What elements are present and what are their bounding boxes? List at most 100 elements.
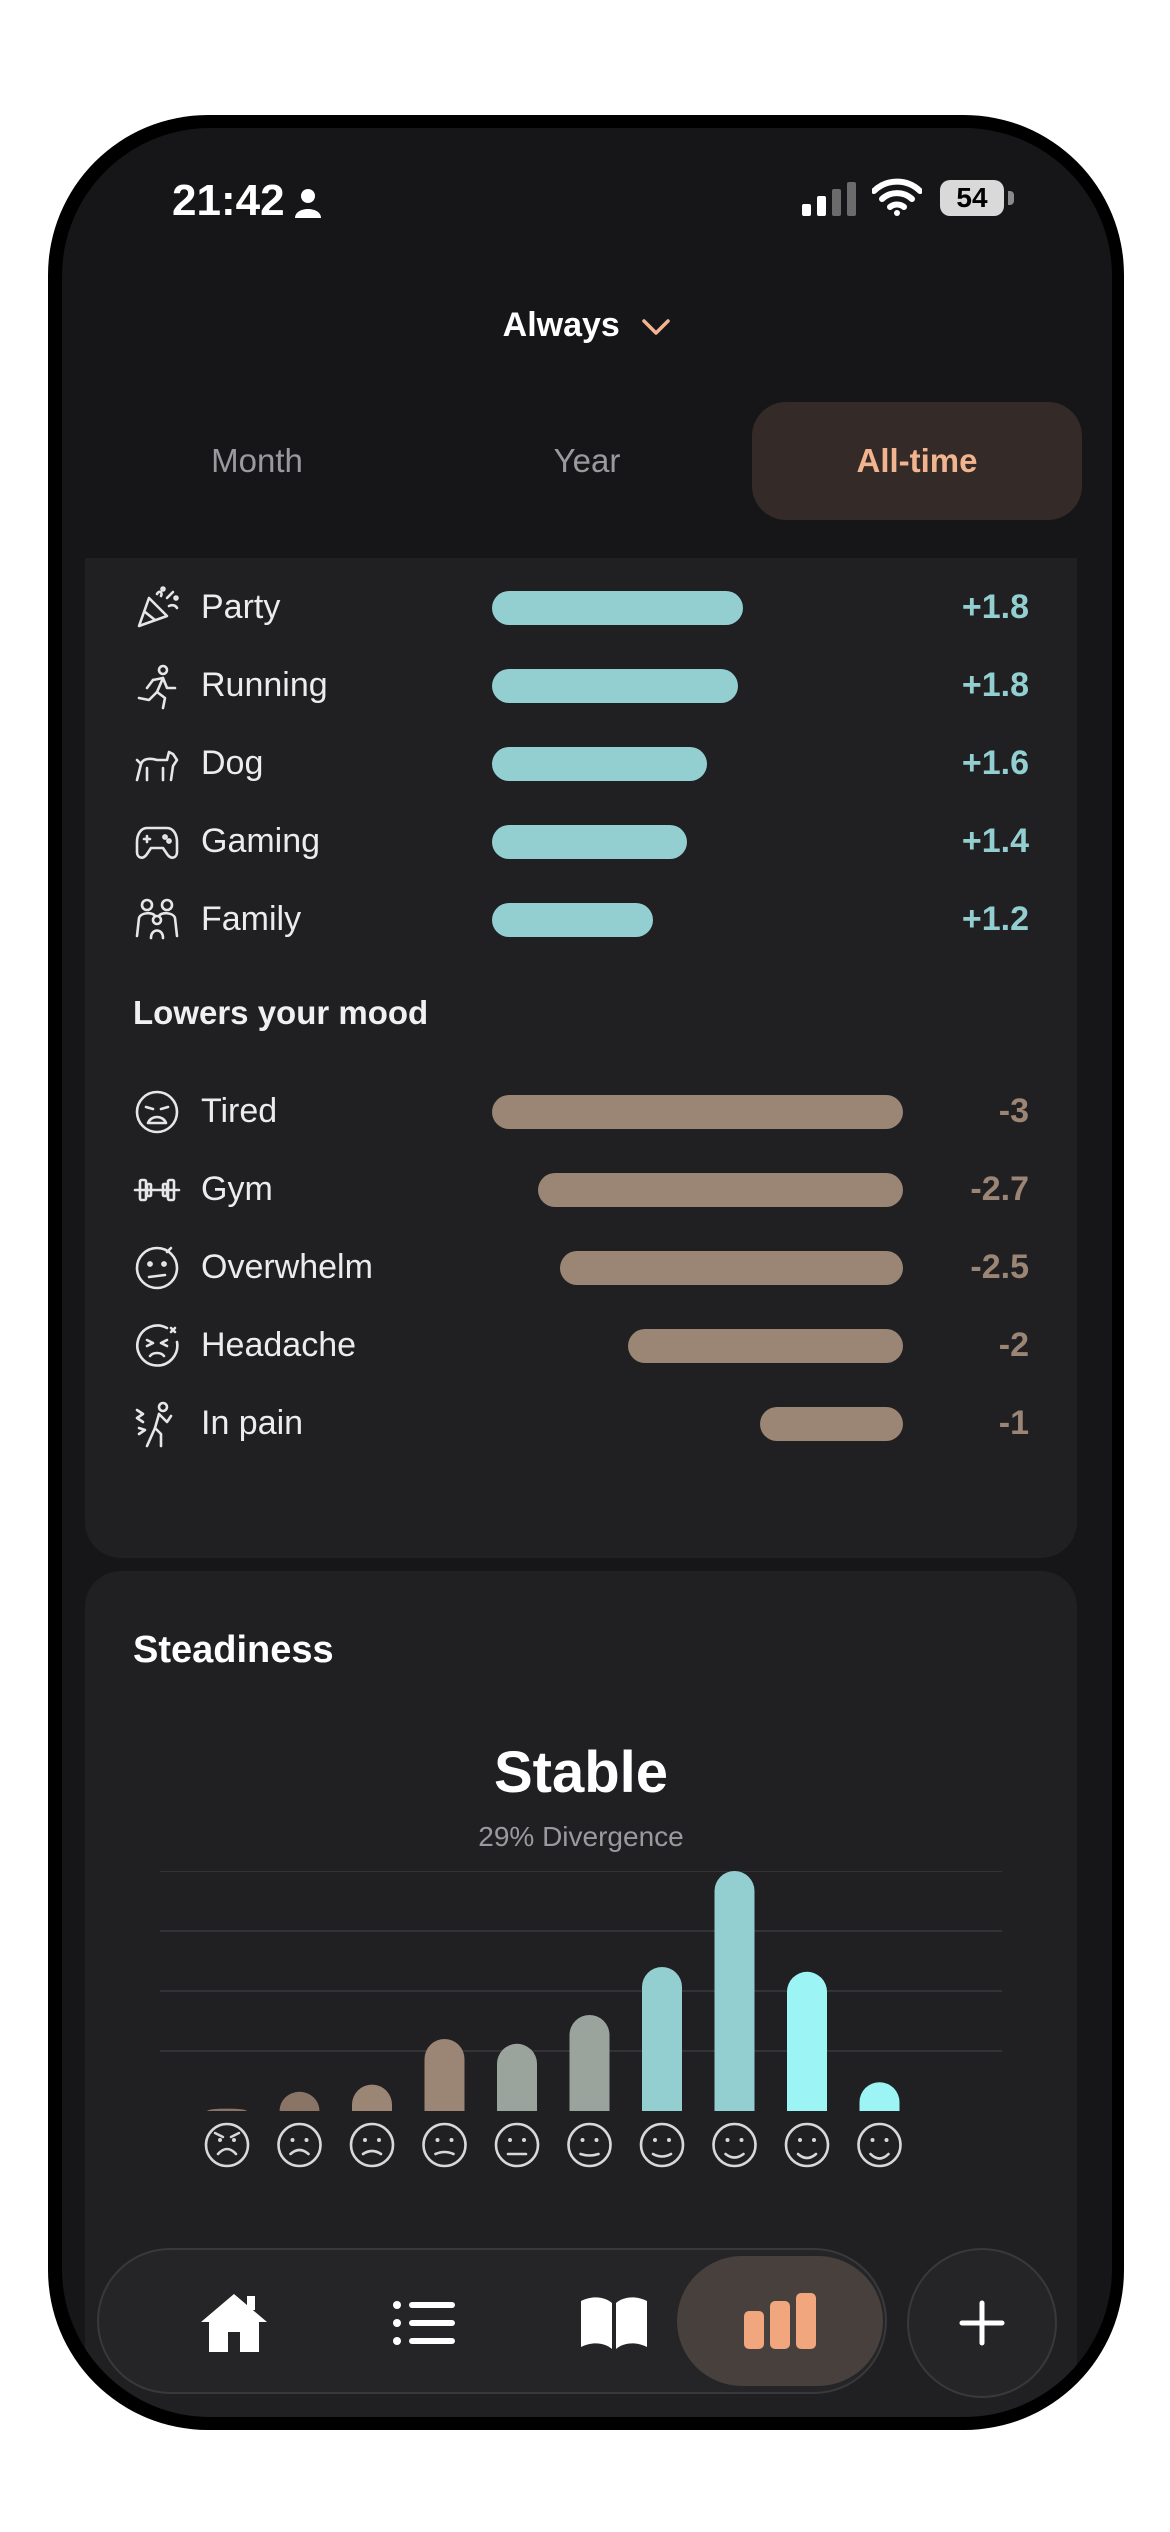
- influence-value: +1.6: [961, 744, 1029, 782]
- influence-label: Dog: [201, 744, 264, 782]
- list-item[interactable]: Headache -2: [133, 1316, 1029, 1376]
- list-item[interactable]: Running +1.8: [133, 656, 1029, 716]
- mood-face-icon: [567, 2122, 612, 2168]
- family-icon: [135, 898, 179, 940]
- mood-face-icon: [277, 2122, 322, 2168]
- chart-bar-very-sad: [279, 2091, 320, 2111]
- headache-face-icon: [136, 1324, 179, 1367]
- influence-value: -2.7: [970, 1170, 1029, 1208]
- influence-label: Overwhelm: [201, 1248, 373, 1286]
- mood-face-icon: [494, 2122, 540, 2168]
- list-item[interactable]: Gaming +1.4: [133, 812, 1029, 872]
- influence-value: -3: [998, 1092, 1029, 1130]
- battery-indicator: 54: [940, 180, 1004, 216]
- range-dropdown-label: Always: [502, 306, 620, 344]
- app-screen: 21:42 54 Always Month Year All-time Part…: [62, 128, 1112, 2417]
- influence-value: +1.8: [961, 588, 1029, 626]
- battery-cap: [1008, 191, 1014, 205]
- chevron-down-icon: [642, 319, 671, 335]
- chart-bar-angry: [207, 2108, 247, 2111]
- mood-face-icon: [857, 2122, 902, 2168]
- influence-label: In pain: [201, 1404, 304, 1442]
- influence-label: Gym: [201, 1170, 273, 1208]
- influence-label: Gaming: [201, 822, 321, 860]
- list-item[interactable]: Party +1.8: [133, 578, 1029, 638]
- list-item[interactable]: Gym -2.7: [133, 1160, 1029, 1220]
- bottom-nav: [97, 2248, 887, 2394]
- influence-value: -2.5: [970, 1248, 1029, 1286]
- nav-home[interactable]: [139, 2250, 329, 2396]
- mood-face-icon: [204, 2122, 250, 2168]
- steadiness-status: Stable: [493, 1740, 669, 1805]
- person-icon: [295, 189, 321, 218]
- influence-bar: [492, 1095, 903, 1129]
- dog-icon: [135, 750, 179, 782]
- chart-bar-very-happy: [859, 2082, 900, 2111]
- influence-bar: [492, 903, 653, 937]
- influence-bar: [538, 1173, 903, 1207]
- influence-bar: [492, 669, 738, 703]
- tab-month[interactable]: Month: [92, 402, 422, 520]
- mood-face-icon: [784, 2122, 830, 2168]
- list-item[interactable]: Tired -3: [133, 1082, 1029, 1142]
- chart-bar-slight-smile: [642, 1967, 682, 2111]
- influence-value: +1.8: [961, 666, 1029, 704]
- wifi-icon: [872, 178, 922, 216]
- influence-label: Party: [201, 588, 281, 626]
- chart-bar-neutral: [569, 2015, 610, 2111]
- influence-bar: [492, 825, 687, 859]
- influence-label: Headache: [201, 1326, 357, 1364]
- add-entry-button[interactable]: [907, 2248, 1057, 2398]
- list-icon: [393, 2301, 455, 2345]
- influence-value: +1.2: [961, 900, 1029, 938]
- influence-value: -1: [998, 1404, 1029, 1442]
- chart-bar-smile: [714, 1871, 755, 2111]
- mood-face-icon: [639, 2122, 685, 2168]
- influence-value: +1.4: [961, 822, 1029, 860]
- signal-icon: [802, 182, 856, 216]
- lowers-mood-title: Lowers your mood: [133, 994, 429, 1031]
- mood-face-icon: [712, 2122, 757, 2168]
- stats-bars-icon: [744, 2293, 816, 2349]
- dumbbell-icon: [133, 1178, 181, 1202]
- gamepad-icon: [135, 826, 179, 859]
- tab-all-time[interactable]: All-time: [752, 402, 1082, 520]
- influence-label: Family: [201, 900, 302, 938]
- divergence-label: 29% Divergence: [478, 1821, 684, 1852]
- journal-book-icon: [581, 2297, 647, 2349]
- influence-label: Tired: [201, 1092, 278, 1130]
- mood-face-icon: [422, 2122, 467, 2168]
- status-time: 21:42: [172, 176, 285, 225]
- list-item[interactable]: Family +1.2: [133, 890, 1029, 950]
- chart-bar-sad: [352, 2084, 392, 2111]
- influence-bar: [492, 591, 743, 625]
- influence-bar: [560, 1251, 903, 1285]
- plus-icon: [959, 2300, 1005, 2346]
- influence-bar: [492, 747, 707, 781]
- influence-label: Running: [201, 666, 328, 704]
- influence-value: -2: [998, 1326, 1029, 1364]
- list-item[interactable]: In pain -1: [133, 1394, 1029, 1454]
- influence-bar: [628, 1329, 903, 1363]
- chart-bar-happy: [787, 1971, 827, 2111]
- mood-face-icon: [349, 2122, 395, 2168]
- tired-face-icon: [135, 1090, 179, 1134]
- range-dropdown[interactable]: Always: [62, 306, 1112, 345]
- influence-bar: [760, 1407, 903, 1441]
- overwhelmed-face-icon: [135, 1246, 179, 1290]
- mood-influences-card: Party +1.8 Running +1.8 Dog +1.6 Gaming: [85, 558, 1077, 1558]
- chart-bar-meh: [497, 2043, 537, 2111]
- chart-bar-down: [424, 2039, 465, 2111]
- list-item[interactable]: Overwhelm -2.5: [133, 1238, 1029, 1298]
- tab-year[interactable]: Year: [422, 402, 752, 520]
- nav-list[interactable]: [329, 2250, 519, 2396]
- mood-distribution-chart: [160, 1871, 1002, 2168]
- home-icon: [201, 2294, 267, 2352]
- list-item[interactable]: Dog +1.6: [133, 734, 1029, 794]
- party-popper-icon: [137, 586, 179, 628]
- running-person-icon: [137, 664, 177, 710]
- period-tabs: Month Year All-time: [92, 402, 1082, 520]
- pain-figure-icon: [135, 1401, 173, 1448]
- nav-stats[interactable]: [677, 2256, 883, 2386]
- steadiness-title: Steadiness: [133, 1629, 334, 1671]
